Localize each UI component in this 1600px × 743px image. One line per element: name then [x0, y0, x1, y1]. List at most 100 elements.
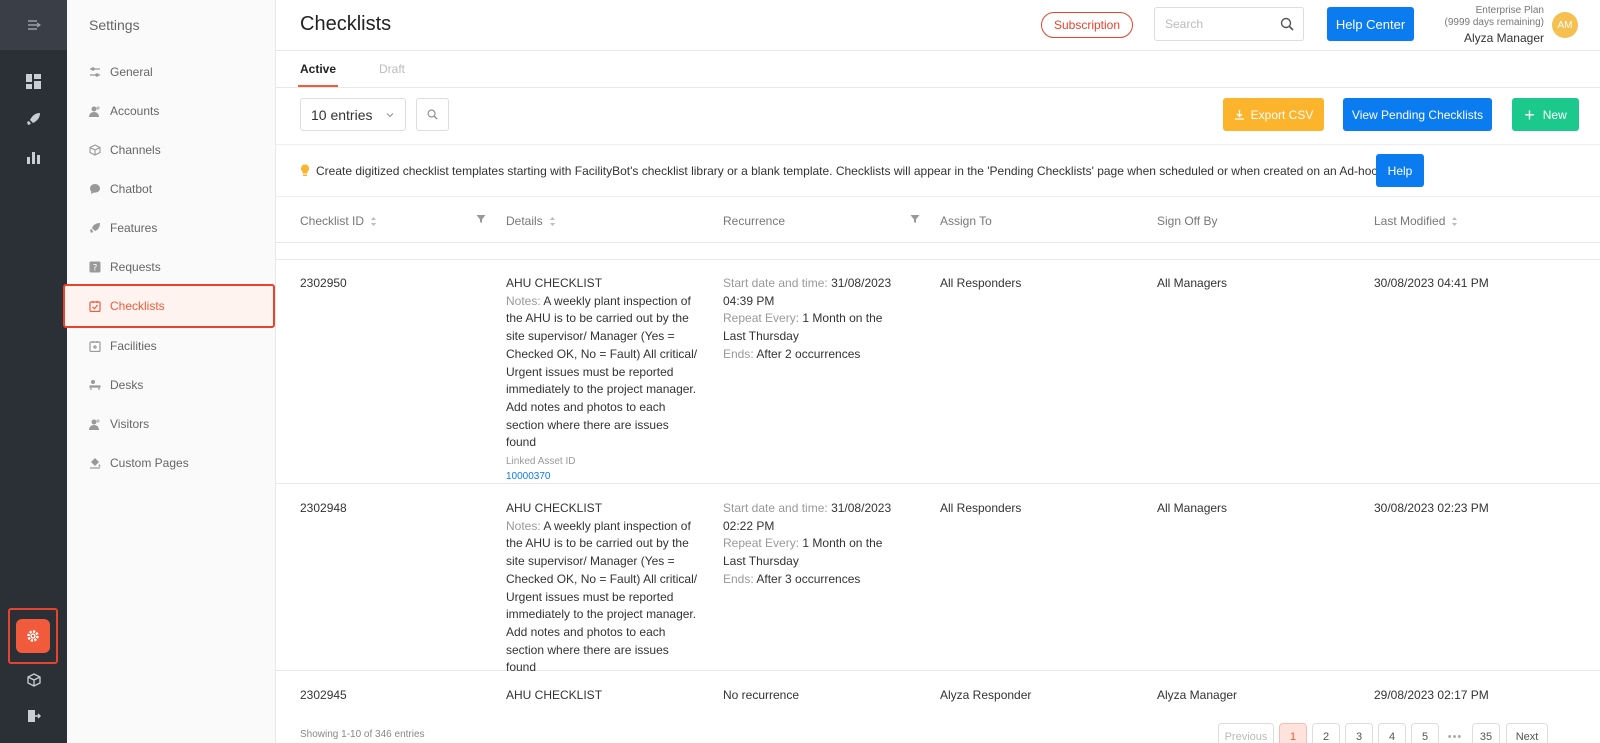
recurrence-cell: Start date and time: 31/08/2023 04:39 PM… [723, 276, 892, 361]
settings-button[interactable] [16, 619, 50, 653]
sidebar-item-general[interactable]: General [67, 52, 276, 92]
sort-icon [1452, 216, 1458, 226]
rocket-icon[interactable] [0, 104, 67, 134]
sidebar-item-facilities[interactable]: Facilities [67, 326, 276, 366]
column-last-modified[interactable]: Last Modified [1374, 214, 1458, 228]
linked-asset-label: Linked Asset ID [506, 456, 576, 468]
user-name[interactable]: Alyza Manager [1445, 31, 1544, 45]
paint-bucket-icon [90, 458, 101, 469]
sidebar-item-chatbot[interactable]: Chatbot [67, 169, 276, 209]
chat-icon [90, 184, 100, 194]
linked-asset-link[interactable]: 10000370 [506, 469, 701, 485]
icon-rail [0, 0, 67, 743]
page-button-1[interactable]: 1 [1279, 723, 1307, 743]
sidebar-item-channels[interactable]: Channels [67, 130, 276, 170]
details-cell: AHU CHECKLIST [506, 687, 701, 705]
entries-select[interactable]: 10 entries [300, 98, 406, 131]
tab-draft[interactable]: Draft [379, 62, 405, 76]
help-button[interactable]: Help [1376, 154, 1424, 187]
plan-name: Enterprise Plan [1475, 5, 1544, 16]
assign-to-cell: Alyza Responder [940, 688, 1032, 702]
entries-value: 10 entries [311, 106, 373, 123]
info-text: Create digitized checklist templates sta… [316, 163, 1413, 178]
rocket-icon [90, 223, 100, 233]
new-checklist-button[interactable]: + New [1512, 98, 1579, 131]
table-spacer [276, 243, 1600, 260]
next-page-button[interactable]: Next [1506, 723, 1548, 743]
sign-off-cell: All Managers [1157, 276, 1228, 290]
sidebar-item-label: Accounts [110, 104, 160, 118]
page-button-2[interactable]: 2 [1312, 723, 1340, 743]
desk-icon [89, 380, 101, 390]
table-search-button[interactable] [416, 98, 449, 131]
header-search [1154, 7, 1304, 41]
page-button-5[interactable]: 5 [1411, 723, 1439, 743]
calendar-plus-icon [89, 341, 101, 352]
sidebar-item-features[interactable]: Features [67, 208, 276, 248]
avatar[interactable]: AM [1552, 12, 1578, 38]
page-title: Checklists [300, 13, 392, 35]
menu-toggle[interactable] [0, 0, 67, 50]
chevron-down-icon [386, 113, 394, 118]
recurrence-cell: Start date and time: 31/08/2023 02:22 PM… [723, 501, 892, 586]
sidebar-item-label: Channels [110, 143, 161, 157]
menu-collapse-icon [27, 20, 41, 30]
pagination-ellipsis: ••• [1442, 723, 1468, 743]
sort-icon [371, 216, 377, 226]
status-tabs: Active Draft [276, 51, 1600, 88]
sign-off-cell: All Managers [1157, 501, 1228, 515]
column-details[interactable]: Details [506, 214, 556, 228]
search-input[interactable] [1155, 8, 1265, 40]
sidebar-item-label: Visitors [110, 417, 150, 431]
export-csv-button[interactable]: Export CSV [1223, 98, 1324, 131]
dashboard-icon[interactable] [0, 66, 67, 96]
sidebar-item-label: Custom Pages [110, 456, 189, 470]
previous-page-button[interactable]: Previous [1218, 723, 1274, 743]
table-row[interactable]: 2302948 AHU CHECKLIST Notes: A weekly pl… [276, 485, 1600, 674]
sidebar-item-accounts[interactable]: Accounts [67, 91, 276, 131]
table-row[interactable]: 2302950 AHU CHECKLIST Notes: A weekly pl… [276, 260, 1600, 484]
settings-nav[interactable] [8, 608, 58, 664]
tab-active[interactable]: Active [297, 62, 339, 87]
last-modified-cell: 30/08/2023 02:23 PM [1374, 501, 1489, 515]
sidebar-item-requests[interactable]: ? Requests [67, 247, 276, 287]
top-header: Checklists Subscription Help Center Ente… [276, 0, 1600, 51]
subscription-button[interactable]: Subscription [1041, 12, 1133, 38]
download-icon [1234, 110, 1244, 120]
page-button-4[interactable]: 4 [1378, 723, 1406, 743]
sidebar-item-label: Desks [110, 378, 144, 392]
sidebar-item-checklists[interactable]: Checklists [63, 284, 275, 328]
search-icon[interactable] [1280, 17, 1294, 31]
checklist-notes: Notes: A weekly plant inspection of the … [506, 518, 698, 675]
filter-icon[interactable] [476, 214, 486, 224]
details-cell: AHU CHECKLIST Notes: A weekly plant insp… [506, 500, 701, 677]
showing-entries: Showing 1-10 of 346 entries [300, 729, 425, 740]
table-footer: Showing 1-10 of 346 entries Previous 1 2… [276, 715, 1600, 743]
new-label: New [1542, 107, 1567, 122]
sidebar-item-visitors[interactable]: Visitors [67, 404, 276, 444]
column-assign-to: Assign To [940, 214, 992, 228]
help-center-button[interactable]: Help Center [1327, 7, 1414, 41]
package-icon[interactable] [0, 665, 67, 695]
table-header: Checklist ID Details Recurrence Assign T… [276, 197, 1600, 243]
sidebar-item-desks[interactable]: Desks [67, 365, 276, 405]
question-icon: ? [89, 261, 101, 273]
search-icon [427, 109, 438, 120]
sidebar-item-custom-pages[interactable]: Custom Pages [67, 443, 276, 483]
reports-icon[interactable] [0, 141, 67, 171]
sidebar-title: Settings [89, 17, 140, 33]
sidebar-item-label: Features [110, 221, 158, 235]
details-cell: AHU CHECKLIST Notes: A weekly plant insp… [506, 275, 701, 485]
lightbulb-icon [301, 164, 309, 176]
page-button-3[interactable]: 3 [1345, 723, 1373, 743]
logout-icon[interactable] [0, 701, 67, 731]
checklist-title: AHU CHECKLIST [506, 501, 603, 515]
sort-icon [549, 216, 555, 226]
page-button-last[interactable]: 35 [1472, 723, 1500, 743]
filter-icon[interactable] [910, 214, 920, 224]
view-pending-button[interactable]: View Pending Checklists [1343, 98, 1492, 131]
column-checklist-id[interactable]: Checklist ID [300, 214, 377, 228]
checklist-id: 2302948 [300, 501, 347, 515]
visitor-icon [89, 419, 100, 430]
column-recurrence[interactable]: Recurrence [723, 214, 785, 228]
